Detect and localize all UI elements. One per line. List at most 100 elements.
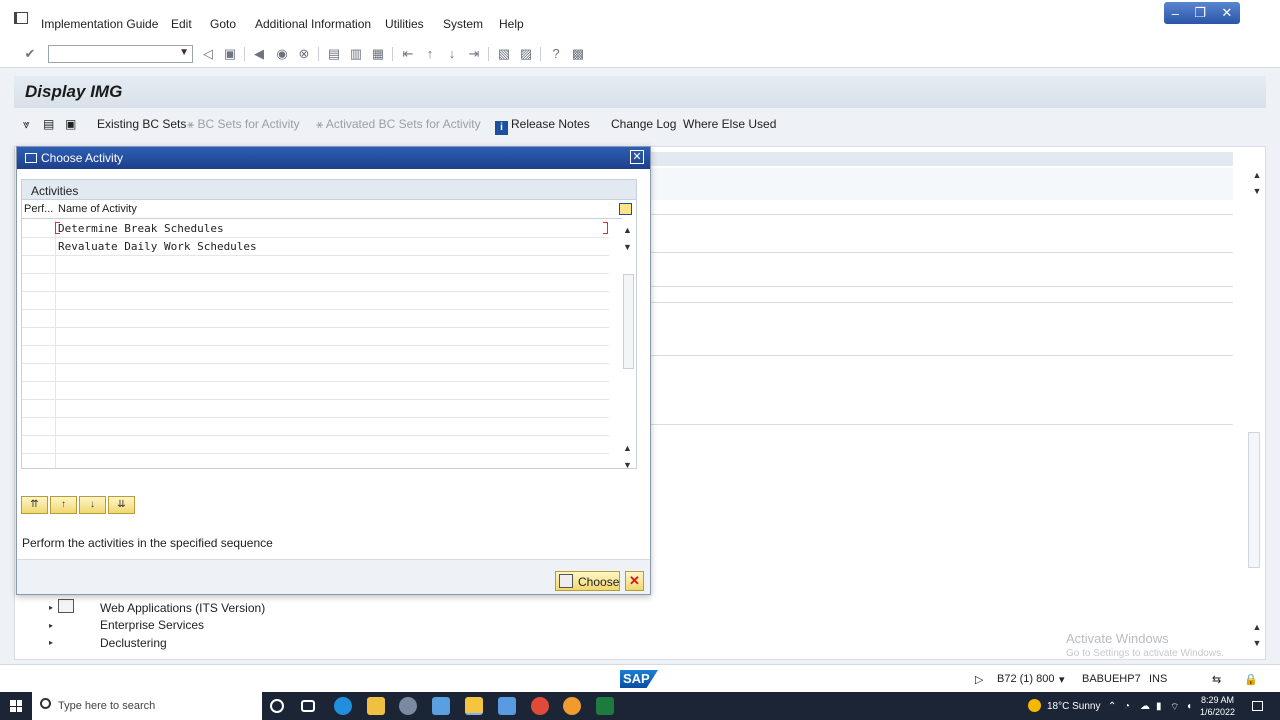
layout-icon[interactable]: ⇆ bbox=[1212, 673, 1221, 686]
documentation-icon[interactable]: ▤ bbox=[43, 117, 54, 131]
tree-item[interactable]: Enterprise Services bbox=[100, 618, 204, 632]
close-window-button[interactable]: ✕ bbox=[1221, 5, 1232, 21]
move-up-button[interactable]: ↑ bbox=[50, 496, 77, 514]
release-notes-button[interactable]: i Release Notes bbox=[495, 117, 590, 135]
cortana-icon[interactable] bbox=[270, 699, 284, 713]
tree-expand-icon[interactable]: ▸ bbox=[49, 603, 53, 612]
excel-icon[interactable] bbox=[596, 697, 614, 715]
save-icon[interactable]: ▣ bbox=[222, 46, 238, 62]
scroll-up-icon[interactable]: ▲ bbox=[1250, 170, 1264, 180]
cancel-icon[interactable]: ⊗ bbox=[296, 46, 312, 62]
row-selector[interactable] bbox=[22, 436, 56, 453]
onedrive-icon[interactable]: ☁ bbox=[1140, 701, 1150, 712]
browser-icon[interactable] bbox=[563, 697, 581, 715]
previous-page-icon[interactable]: ↑ bbox=[422, 46, 438, 62]
command-field[interactable]: ▼ bbox=[48, 45, 193, 63]
table-row[interactable] bbox=[22, 436, 609, 454]
documentation-icon[interactable] bbox=[58, 599, 74, 613]
new-session-icon[interactable]: ▧ bbox=[496, 46, 512, 62]
restore-button[interactable]: ❐ bbox=[1194, 5, 1206, 21]
menu-goto[interactable]: Goto bbox=[210, 17, 236, 31]
menu-implementation-guide[interactable]: Implementation Guide bbox=[41, 17, 158, 31]
column-header-perf[interactable]: Perf... bbox=[24, 203, 53, 215]
tree-item[interactable]: Web Applications (ITS Version) bbox=[100, 601, 265, 615]
table-row[interactable] bbox=[22, 382, 609, 400]
row-selector[interactable] bbox=[22, 256, 56, 273]
row-selector[interactable] bbox=[22, 418, 56, 435]
network-icon[interactable]: ◔ bbox=[1124, 701, 1130, 712]
where-else-used-button[interactable]: Where Else Used bbox=[683, 117, 776, 131]
exit-icon[interactable]: ◉ bbox=[274, 46, 290, 62]
next-page-icon[interactable]: ↓ bbox=[444, 46, 460, 62]
table-row[interactable] bbox=[22, 346, 609, 364]
sap-logon-icon[interactable] bbox=[465, 697, 483, 715]
scroll-down-icon[interactable]: ▼ bbox=[623, 242, 632, 252]
taskbar-search[interactable]: Type here to search bbox=[32, 692, 262, 720]
table-row[interactable] bbox=[22, 310, 609, 328]
back-icon[interactable]: ◀ bbox=[251, 46, 267, 62]
table-row[interactable] bbox=[22, 256, 609, 274]
table-row[interactable] bbox=[22, 418, 609, 436]
tree-expand-icon[interactable]: ▸ bbox=[49, 621, 53, 630]
menu-utilities[interactable]: Utilities bbox=[385, 17, 424, 31]
row-selector[interactable] bbox=[22, 400, 56, 417]
table-scrollbar[interactable] bbox=[623, 274, 634, 369]
table-row[interactable] bbox=[22, 400, 609, 418]
table-row[interactable] bbox=[22, 454, 609, 468]
calculator-icon[interactable] bbox=[432, 697, 450, 715]
first-page-icon[interactable]: ⇤ bbox=[400, 46, 416, 62]
scroll-up-icon[interactable]: ▲ bbox=[623, 225, 632, 235]
table-row[interactable] bbox=[22, 328, 609, 346]
move-down-button[interactable]: ↓ bbox=[79, 496, 106, 514]
row-selector[interactable] bbox=[22, 328, 56, 345]
clock[interactable]: 8:29 AM 1/6/2022 bbox=[1200, 694, 1235, 718]
existing-bc-sets-button[interactable]: Existing BC Sets bbox=[97, 117, 186, 131]
enter-check-icon[interactable]: ✔ bbox=[22, 46, 38, 62]
weather-icon[interactable] bbox=[1028, 699, 1041, 712]
volume-icon[interactable]: ◖ bbox=[1186, 701, 1192, 712]
wifi-icon[interactable]: ⌔ bbox=[1170, 701, 1179, 714]
lock-icon[interactable]: 🔒 bbox=[1244, 673, 1258, 686]
start-button[interactable] bbox=[10, 700, 22, 712]
menu-additional-information[interactable]: Additional Information bbox=[255, 17, 371, 31]
table-row[interactable]: Determine Break Schedules bbox=[22, 220, 609, 238]
app-icon[interactable] bbox=[399, 697, 417, 715]
find-icon[interactable]: ▥ bbox=[348, 46, 364, 62]
weather-text[interactable]: 18°C Sunny bbox=[1047, 701, 1100, 712]
tray-chevron-icon[interactable]: ⌃ bbox=[1108, 701, 1116, 712]
choose-button[interactable]: Choose bbox=[555, 571, 620, 591]
row-selector[interactable] bbox=[22, 454, 56, 468]
help-icon[interactable]: ? bbox=[548, 46, 564, 62]
print-icon[interactable]: ▤ bbox=[326, 46, 342, 62]
column-header-name[interactable]: Name of Activity bbox=[58, 203, 137, 215]
sap-gui-icon[interactable] bbox=[498, 697, 516, 715]
move-first-button[interactable]: ⇈ bbox=[21, 496, 48, 514]
play-icon[interactable]: ▷ bbox=[975, 673, 983, 686]
system-info[interactable]: B72 (1) 800 bbox=[997, 673, 1054, 685]
row-selector[interactable] bbox=[22, 310, 56, 327]
table-row[interactable] bbox=[22, 274, 609, 292]
row-selector[interactable] bbox=[22, 274, 56, 291]
shortcut-icon[interactable]: ▨ bbox=[518, 46, 534, 62]
minimize-button[interactable]: – bbox=[1172, 6, 1179, 21]
row-selector[interactable] bbox=[22, 238, 56, 255]
chrome-icon[interactable] bbox=[531, 697, 549, 715]
scroll-up-icon[interactable]: ▲ bbox=[1250, 622, 1264, 632]
battery-icon[interactable]: ▮ bbox=[1156, 701, 1162, 712]
scroll-down-icon[interactable]: ▼ bbox=[1250, 638, 1264, 648]
row-selector[interactable] bbox=[22, 292, 56, 309]
app-menu-icon[interactable] bbox=[14, 12, 28, 24]
activity-icon[interactable]: ▣ bbox=[65, 117, 76, 131]
row-selector[interactable] bbox=[22, 364, 56, 381]
tree-item[interactable]: Declustering bbox=[100, 636, 167, 650]
file-explorer-icon[interactable] bbox=[367, 697, 385, 715]
notifications-icon[interactable] bbox=[1252, 701, 1263, 711]
system-dropdown-icon[interactable]: ▾ bbox=[1059, 673, 1065, 686]
customize-layout-icon[interactable]: ▩ bbox=[570, 46, 586, 62]
table-row[interactable] bbox=[22, 292, 609, 310]
row-selector[interactable] bbox=[22, 220, 56, 237]
menu-edit[interactable]: Edit bbox=[171, 17, 192, 31]
tree-expand-icon[interactable]: ▸ bbox=[49, 638, 53, 647]
row-selector[interactable] bbox=[22, 346, 56, 363]
menu-help[interactable]: Help bbox=[499, 17, 524, 31]
